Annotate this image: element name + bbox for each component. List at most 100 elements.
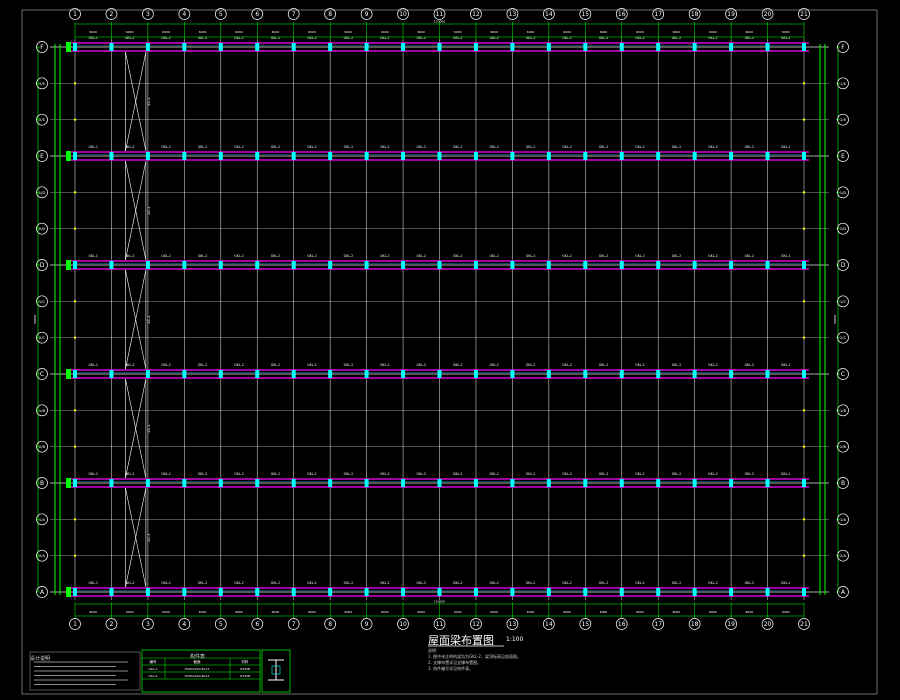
column-marker — [437, 588, 442, 596]
member-table-cell: GKL-1 — [149, 667, 158, 671]
axis-label-row: 1/D — [39, 190, 46, 195]
column-marker — [802, 479, 806, 487]
beam-label: GKL-2 — [161, 363, 170, 367]
axis-label-column: 15 — [581, 11, 589, 18]
beam-label: GKL-2 — [562, 363, 571, 367]
column-marker — [692, 588, 697, 596]
axis-label-column: 8 — [328, 621, 332, 628]
bay-dimension-label: 6000 — [527, 610, 535, 614]
column-marker — [291, 370, 296, 378]
node-dot — [73, 82, 77, 85]
column-marker — [510, 43, 515, 51]
column-marker — [765, 479, 770, 487]
axis-label-row: B — [40, 480, 44, 487]
node-dot — [73, 300, 77, 303]
bay-dimension-label: 6000 — [417, 610, 425, 614]
beam-label: GKL-1 — [781, 363, 790, 367]
column-marker — [328, 43, 333, 51]
column-marker — [218, 479, 223, 487]
legend-title: 设计说明 — [30, 656, 51, 662]
axis-label-column: 13 — [509, 621, 517, 628]
beam-label: GKL-2 — [708, 145, 717, 149]
bay-dimension-label: 6000 — [709, 30, 717, 34]
axis-label-column: 12 — [472, 621, 480, 628]
column-marker — [619, 261, 624, 269]
column-marker — [437, 261, 442, 269]
beam-label: GKL-2 — [526, 363, 535, 367]
beam-label: GKL-2 — [307, 36, 316, 40]
column-marker — [546, 152, 551, 160]
beam-label: GKL-2 — [380, 36, 389, 40]
node-dot — [802, 227, 806, 230]
bay-dimension-label: 6000 — [454, 30, 462, 34]
node-dot — [802, 82, 806, 85]
column-marker — [364, 43, 369, 51]
column-marker — [255, 370, 260, 378]
node-dot — [802, 118, 806, 121]
column-marker — [182, 479, 187, 487]
column-marker — [510, 588, 515, 596]
column-marker — [437, 43, 442, 51]
axis-label-column: 5 — [219, 621, 223, 628]
axis-label-column: 7 — [292, 11, 296, 18]
node-dot — [73, 409, 77, 412]
column-marker — [473, 479, 478, 487]
axis-label-column: 9 — [365, 621, 369, 628]
bay-dimension-label: 6000 — [235, 610, 243, 614]
end-plate-marker — [66, 151, 71, 161]
column-marker — [328, 152, 333, 160]
node-dot — [73, 336, 77, 339]
node-dot — [73, 445, 77, 448]
beam-label: GKL-2 — [599, 472, 608, 476]
beam-label: GKL-2 — [672, 145, 681, 149]
beam-label: GKL-1 — [88, 145, 97, 149]
beam-label: GKL-2 — [417, 581, 426, 585]
beam-label: GKL-2 — [489, 36, 498, 40]
axis-label-column: 20 — [764, 11, 772, 18]
axis-label-row: 1/C — [39, 299, 46, 304]
column-marker — [182, 152, 187, 160]
node-dot — [73, 518, 77, 521]
column-marker — [328, 261, 333, 269]
axis-label-row: 1/A — [39, 517, 46, 522]
axis-label-row: 2/B — [39, 444, 46, 449]
axis-label-column: 11 — [436, 11, 444, 18]
bracing-label: ZC-1 — [147, 206, 151, 214]
column-marker — [546, 479, 551, 487]
axis-label-column: 5 — [219, 11, 223, 18]
axis-label-row: 1/B — [840, 408, 847, 413]
bay-dimension-label: 6000 — [381, 610, 389, 614]
column-marker — [583, 479, 588, 487]
column-marker — [255, 479, 260, 487]
beam-label: GKL-2 — [453, 472, 462, 476]
column-marker — [255, 588, 260, 596]
column-marker — [218, 370, 223, 378]
column-marker — [473, 152, 478, 160]
beam-label: GKL-2 — [161, 254, 170, 258]
column-marker — [802, 370, 806, 378]
column-marker — [802, 261, 806, 269]
column-marker — [473, 588, 478, 596]
beam-label: GKL-2 — [599, 36, 608, 40]
end-plate-marker — [66, 369, 71, 379]
drawing-border — [21, 9, 878, 695]
bay-dimension-label: 6000 — [782, 610, 790, 614]
beam-label: GKL-2 — [380, 581, 389, 585]
column-marker — [619, 479, 624, 487]
column-marker — [692, 479, 697, 487]
side-dimension-label: 50000 — [833, 315, 837, 325]
column-marker — [510, 261, 515, 269]
beam-label: GKL-2 — [161, 145, 170, 149]
beam-label: GKL-2 — [672, 363, 681, 367]
node-dot — [73, 118, 77, 121]
beam-label: GKL-2 — [672, 36, 681, 40]
beam-label: GKL-2 — [271, 254, 280, 258]
column-marker — [73, 479, 77, 487]
beam-label: GKL-2 — [307, 363, 316, 367]
column-marker — [109, 261, 114, 269]
beam-label: GKL-2 — [234, 581, 243, 585]
beam-label: GKL-2 — [271, 145, 280, 149]
axis-label-row: 2/C — [39, 335, 46, 340]
beam-label: GKL-2 — [708, 254, 717, 258]
beam-label: GKL-2 — [380, 363, 389, 367]
